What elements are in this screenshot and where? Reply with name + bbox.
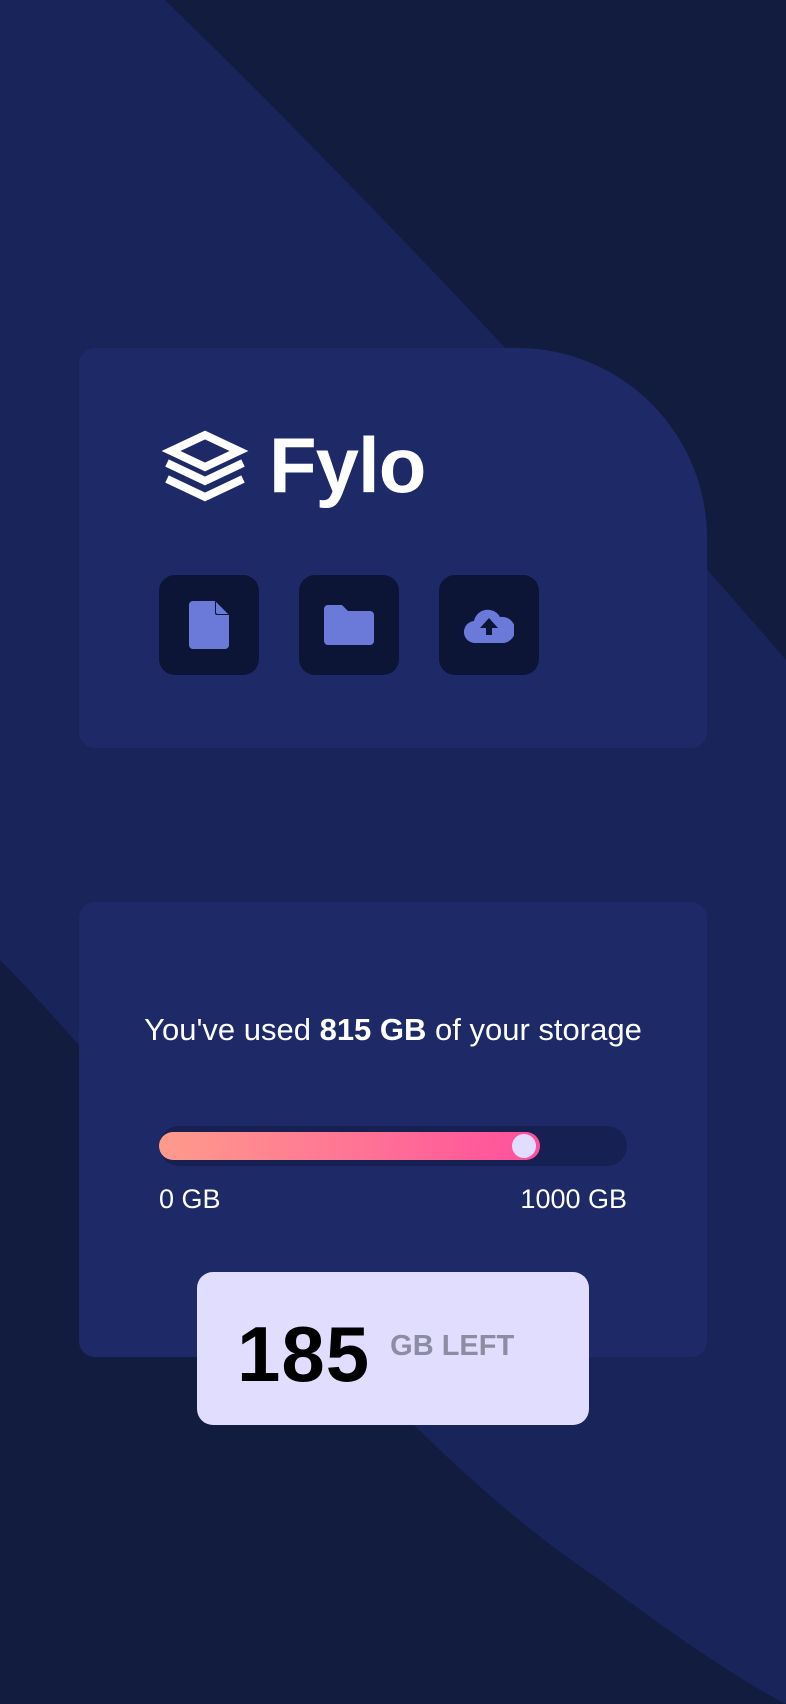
storage-progress-fill (159, 1132, 541, 1160)
remaining-unit: GB LEFT (390, 1330, 515, 1362)
storage-remaining-badge: 185 GB LEFT (197, 1272, 589, 1425)
brand-card: Fylo (79, 348, 707, 748)
folder-icon (324, 605, 374, 645)
stacked-layers-icon (161, 430, 249, 502)
storage-progress-bar (159, 1126, 627, 1166)
usage-prefix: You've used (144, 1012, 320, 1047)
scale-min-label: 0 GB (159, 1184, 221, 1214)
progress-knob (512, 1134, 537, 1158)
upload-button[interactable] (439, 575, 539, 675)
toolbar (159, 575, 579, 675)
cloud-upload-icon (464, 609, 514, 643)
folders-button[interactable] (299, 575, 399, 675)
remaining-number: 185 (237, 1310, 371, 1398)
files-button[interactable] (159, 575, 259, 675)
storage-scale: 0 GB 1000 GB (159, 1184, 627, 1215)
scale-max-label: 1000 GB (520, 1184, 627, 1214)
logo: Fylo (159, 421, 426, 509)
brand-name: Fylo (269, 421, 426, 509)
used-amount: 815 GB (319, 1012, 427, 1047)
document-icon (189, 601, 229, 649)
usage-summary: You've used 815 GB of your storage (139, 1010, 647, 1049)
usage-suffix: of your storage (426, 1012, 642, 1047)
background-shapes (0, 0, 786, 1704)
